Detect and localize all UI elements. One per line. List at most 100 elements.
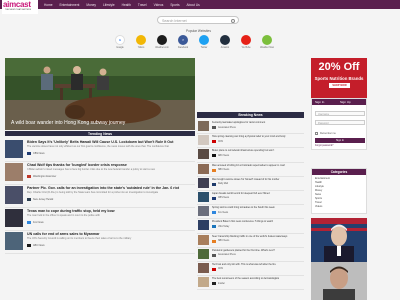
hero-caption[interactable]: A wild boar wander into Hong Kong subway…: [11, 120, 125, 126]
news-headline[interactable]: Japan breaks world record for deepest fi…: [212, 192, 303, 195]
ad-banner[interactable]: 20% Off Sports Nutrition Brands SHOP NOW: [311, 58, 367, 102]
news-headline[interactable]: Chad Wolf tips thanks for 'bungled' bord…: [27, 163, 127, 167]
source-logo-icon: [27, 198, 31, 201]
trending-news-item[interactable]: Partner Pic. Gov. calls for an investiga…: [5, 185, 195, 208]
nav-item-entertainment[interactable]: Entertainment: [60, 3, 80, 7]
news-thumbnail[interactable]: [5, 163, 23, 181]
news-thumbnail[interactable]: [198, 248, 209, 259]
breaking-news-item[interactable]: Kentucky lawmaker apologizes for racist …: [197, 120, 304, 135]
side-photo-mugshot[interactable]: [311, 262, 367, 300]
trending-news-item[interactable]: UN calls for end of arms sales to Myanma…: [5, 231, 195, 254]
ad-shop-now-button[interactable]: SHOP NOW: [329, 83, 350, 88]
popular-site-5[interactable]: Amazon: [218, 35, 232, 49]
password-field[interactable]: Password: [315, 120, 365, 125]
breaking-news-item[interactable]: He'd lost and only felt with. This is wh…: [197, 262, 304, 277]
news-thumbnail[interactable]: [198, 149, 209, 160]
breaking-news-item[interactable]: Man accused of killing 10 at Colorado su…: [197, 163, 304, 177]
news-thumbnail[interactable]: [198, 277, 209, 288]
news-thumbnail[interactable]: [5, 140, 23, 158]
popular-site-4[interactable]: Twitter: [197, 35, 211, 49]
site-logo-icon: G: [115, 35, 125, 45]
news-headline[interactable]: He'd lost and only felt with. This is wh…: [212, 263, 303, 266]
news-thumbnail[interactable]: [198, 191, 209, 202]
trending-news-item[interactable]: Chad Wolf tips thanks for 'bungled' bord…: [5, 162, 195, 185]
category-item[interactable]: Videos: [315, 205, 330, 209]
source-name: ABC News: [218, 154, 230, 157]
source-logo-icon: [212, 182, 216, 186]
news-headline[interactable]: President Biden's first news conference:…: [212, 220, 303, 223]
tab-sign-in[interactable]: Sign In: [315, 100, 324, 104]
nav-item-lifestyle[interactable]: Lifestyle: [103, 3, 115, 7]
news-source: Associated Press: [212, 253, 236, 257]
popular-site-1[interactable]: Yahoo: [134, 35, 148, 49]
news-headline[interactable]: Biden Says It's 'Unlikely' Belts Hawaii …: [27, 140, 174, 144]
popular-site-2[interactable]: Weather.com: [155, 35, 169, 49]
search-icon[interactable]: [231, 18, 235, 23]
news-headline[interactable]: Texas man to cope during traffic stop, h…: [27, 209, 115, 213]
popular-site-7[interactable]: Weather Now: [260, 35, 274, 49]
source-name: NBC News: [218, 240, 230, 242]
news-thumbnail[interactable]: [5, 232, 23, 250]
news-headline[interactable]: The best sunscreens of the season accord…: [212, 277, 303, 280]
breaking-news-item[interactable]: Suez Canal ship blocking traffic in one …: [197, 234, 304, 248]
news-headline[interactable]: Man bought vaccine doses 'for himself' i…: [212, 178, 303, 181]
news-headline[interactable]: Suez Canal ship blocking traffic in one …: [212, 235, 303, 238]
breaking-news-item[interactable]: How spring cleaning can bring a physical…: [197, 134, 304, 149]
news-headline[interactable]: Partner Pic. Gov. calls for an investiga…: [27, 186, 179, 190]
search-input[interactable]: Search Internet: [157, 16, 239, 24]
breaking-news-item[interactable]: Pandemic gardeners planted for the first…: [197, 248, 304, 262]
breaking-news-item[interactable]: President Biden's first news conference:…: [197, 219, 304, 234]
news-thumbnail[interactable]: [198, 163, 209, 174]
breaking-news-item[interactable]: Man bought vaccine doses 'for himself' i…: [197, 177, 304, 191]
site-logo-icon: [199, 35, 209, 45]
nav-item-videos[interactable]: Videos: [154, 3, 164, 7]
tab-sign-up[interactable]: Sign Up: [340, 100, 351, 104]
news-thumbnail[interactable]: [198, 135, 209, 146]
news-headline[interactable]: Man accused of killing 10 at Colorado su…: [212, 164, 303, 167]
site-logo[interactable]: aimcast THE NEWS THAT MATTERS: [2, 0, 38, 14]
remember-me[interactable]: Remember me: [315, 132, 336, 135]
nav-item-health[interactable]: Health: [122, 3, 131, 7]
news-thumbnail[interactable]: [5, 186, 23, 204]
side-photo-president[interactable]: [311, 218, 367, 262]
sign-in-button[interactable]: Sign In: [315, 138, 365, 143]
top-nav-bar: aimcast THE NEWS THAT MATTERS Home Enter…: [0, 0, 400, 14]
sign-in-panel: Sign In Sign Up Username Password Rememb…: [311, 98, 367, 150]
news-thumbnail[interactable]: [198, 121, 209, 131]
news-thumbnail[interactable]: [198, 234, 209, 245]
news-headline[interactable]: Kentucky lawmaker apologizes for racist …: [212, 121, 303, 124]
news-headline[interactable]: How spring cleaning can bring a physical…: [212, 135, 303, 138]
source-logo-icon: [212, 239, 216, 243]
news-headline[interactable]: Biden plans to cut federal infrastructur…: [212, 149, 303, 152]
nav-item-sports[interactable]: Sports: [170, 3, 179, 7]
breaking-news-item[interactable]: Japan breaks world record for deepest fi…: [197, 191, 304, 206]
popular-site-0[interactable]: G Google: [113, 35, 127, 49]
breaking-news-item[interactable]: Spring storms could bring tornadoes to t…: [197, 205, 304, 220]
nav-item-money[interactable]: Money: [86, 3, 96, 7]
news-source: CBS News: [27, 152, 45, 155]
source-logo-icon: [212, 267, 216, 271]
breaking-news-header: Breaking News: [197, 112, 304, 118]
news-headline[interactable]: Pandemic gardeners planted for the first…: [212, 249, 303, 252]
popular-site-6[interactable]: YouTube: [239, 35, 253, 49]
remember-checkbox[interactable]: [315, 132, 318, 135]
breaking-news-item[interactable]: Biden plans to cut federal infrastructur…: [197, 148, 304, 163]
news-thumbnail[interactable]: [198, 177, 209, 188]
popular-site-3[interactable]: f Facebook: [176, 35, 190, 49]
news-thumbnail[interactable]: [198, 220, 209, 231]
news-thumbnail[interactable]: [198, 262, 209, 273]
nav-item-travel[interactable]: Travel: [138, 3, 147, 7]
hero-image[interactable]: A wild boar wander into Hong Kong subway…: [5, 58, 195, 130]
source-logo-icon: [27, 221, 31, 224]
forgot-password-link[interactable]: Forgot password?: [315, 145, 333, 147]
news-headline[interactable]: Spring storms could bring tornadoes to t…: [212, 206, 303, 209]
nav-item-about[interactable]: About Us: [187, 3, 200, 7]
breaking-news-item[interactable]: The best sunscreens of the season accord…: [197, 276, 304, 291]
username-field[interactable]: Username: [315, 111, 365, 116]
news-thumbnail[interactable]: [5, 209, 23, 227]
trending-news-item[interactable]: Texas man to cope during traffic stop, h…: [5, 208, 195, 231]
trending-news-item[interactable]: Biden Says It's 'Unlikely' Belts Hawaii …: [5, 139, 195, 162]
nav-item-home[interactable]: Home: [44, 3, 53, 7]
news-thumbnail[interactable]: [198, 206, 209, 217]
news-headline[interactable]: UN calls for end of arms sales to Myanma…: [27, 232, 100, 236]
